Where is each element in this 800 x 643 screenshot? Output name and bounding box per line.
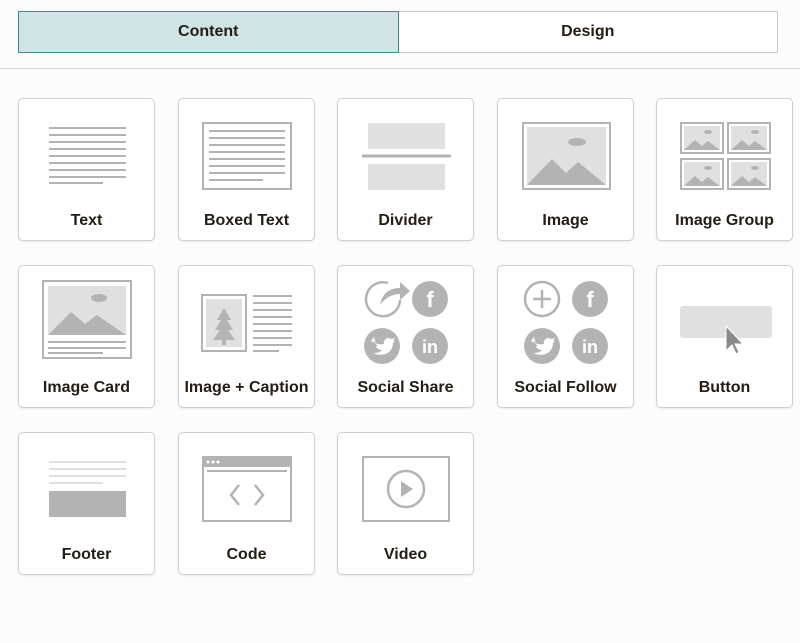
block-label: Divider <box>378 212 433 229</box>
block-image-group[interactable]: Image Group <box>656 98 793 241</box>
tab-content[interactable]: Content <box>18 11 399 53</box>
image-caption-icon <box>179 266 316 366</box>
button-icon <box>657 266 794 366</box>
block-boxed-text[interactable]: Boxed Text <box>178 98 315 241</box>
code-icon <box>179 433 316 533</box>
image-card-icon <box>19 266 156 366</box>
block-label: Image Group <box>675 212 774 229</box>
block-label: Social Share <box>357 379 454 396</box>
block-label: Button <box>698 379 751 396</box>
block-button[interactable]: Button <box>656 265 793 408</box>
block-image-card[interactable]: Image Card <box>18 265 155 408</box>
content-design-tabs: Content Design <box>18 11 778 53</box>
image-group-icon <box>657 99 794 199</box>
block-image[interactable]: Image <box>497 98 634 241</box>
block-text[interactable]: Text <box>18 98 155 241</box>
svg-text:f: f <box>426 287 434 312</box>
svg-text:in: in <box>422 337 438 357</box>
block-social-share[interactable]: f in Social Share <box>337 265 474 408</box>
video-icon <box>338 433 475 533</box>
block-divider[interactable]: Divider <box>337 98 474 241</box>
block-label: Video <box>383 546 428 563</box>
social-follow-icon: f in <box>498 266 635 366</box>
block-label: Image + Caption <box>184 379 309 396</box>
block-video[interactable]: Video <box>337 432 474 575</box>
block-label: Image <box>542 212 589 229</box>
footer-icon <box>19 433 156 533</box>
social-share-icon: f in <box>338 266 475 366</box>
block-label: Footer <box>61 546 112 563</box>
header-divider <box>0 68 800 69</box>
boxed-text-icon <box>179 99 316 199</box>
tab-design[interactable]: Design <box>399 12 778 52</box>
text-lines-icon <box>19 99 156 199</box>
block-label: Social Follow <box>514 379 617 396</box>
divider-icon <box>338 99 475 199</box>
block-label: Text <box>70 212 103 229</box>
svg-text:in: in <box>582 337 598 357</box>
block-social-follow[interactable]: f in Social Follow <box>497 265 634 408</box>
image-icon <box>498 99 635 199</box>
block-label: Image Card <box>42 379 131 396</box>
block-label: Boxed Text <box>203 212 290 229</box>
block-label: Code <box>226 546 267 563</box>
block-code[interactable]: Code <box>178 432 315 575</box>
svg-text:f: f <box>586 287 594 312</box>
block-footer[interactable]: Footer <box>18 432 155 575</box>
block-image-caption[interactable]: Image + Caption <box>178 265 315 408</box>
